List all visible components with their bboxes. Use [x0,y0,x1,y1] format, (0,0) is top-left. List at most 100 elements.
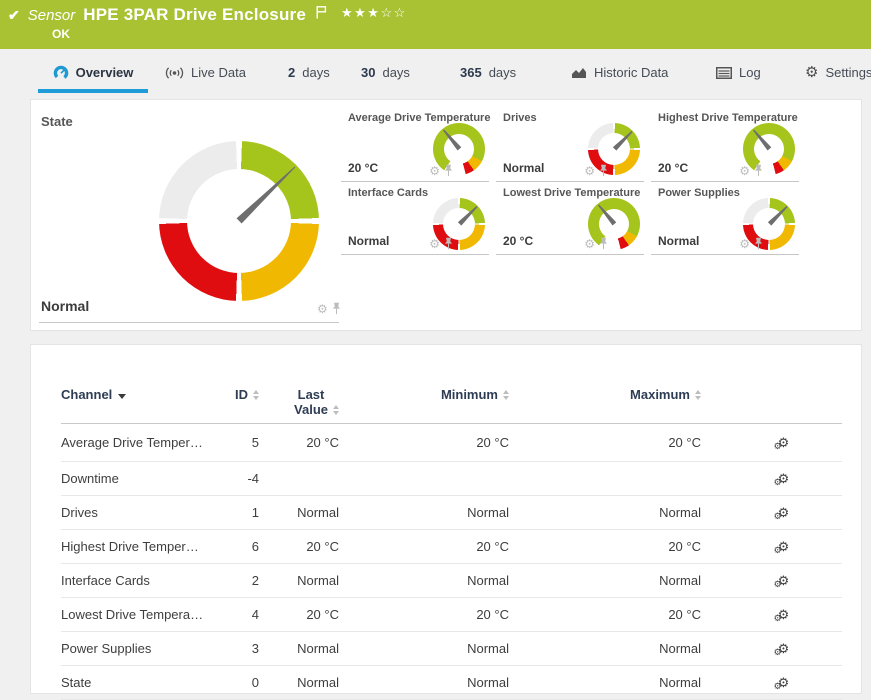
channel-gauge-panel: Drives Normal ⚙ [496,112,644,182]
channel-settings-icon[interactable]: ⚙⚙ [778,436,790,449]
channel-table-row: State 0 Normal Normal Normal ⚙⚙ [61,666,842,700]
gauge-needle [751,128,771,150]
channel-settings-icon[interactable]: ⚙⚙ [778,676,790,689]
cell-id: 1 [211,505,259,520]
column-header-last-value[interactable]: Last Value [259,387,339,417]
tab-log[interactable]: Log [716,49,761,96]
cell-last-value: Normal [259,641,339,656]
column-header-channel[interactable]: Channel [61,387,211,402]
channel-table-row: Power Supplies 3 Normal Normal Normal ⚙⚙ [61,632,842,666]
cell-minimum: Normal [339,675,509,690]
gauge-needle [236,164,298,224]
gauge-settings-gear-icon[interactable]: ⚙ [317,303,328,315]
status-check-icon: ✔ [8,7,20,24]
tab-30-days[interactable]: 30 days [361,49,410,96]
channel-gauge-panel: Power Supplies Normal ⚙ [651,187,799,255]
gauge-needle [612,130,633,151]
gauge-tab-icon [53,65,69,81]
priority-flag-icon[interactable] [316,5,327,19]
column-header-minimum[interactable]: Minimum [339,387,509,402]
cell-minimum: Normal [339,641,509,656]
tab-2-days-unit: days [302,65,329,80]
cell-minimum: Normal [339,573,509,588]
channel-settings-icon[interactable]: ⚙⚙ [778,472,790,485]
channel-gauge-title: Drives [503,112,644,124]
sort-icon [695,390,701,400]
channel-table-row: Interface Cards 2 Normal Normal Normal ⚙… [61,564,842,598]
cell-channel-name: Highest Drive Temper… [61,539,211,554]
sensor-type-label: Sensor [28,7,76,24]
cell-last-value: 20 °C [259,607,339,622]
column-header-maximum[interactable]: Maximum [509,387,701,402]
gauge-settings-gear-icon[interactable]: ⚙ [429,165,440,177]
gauge-pin-icon[interactable] [599,164,608,177]
gauge-settings-gear-icon[interactable]: ⚙ [739,165,750,177]
sensor-tab-bar: Overview Live Data 2 days 30 days 365 da… [0,49,871,96]
cell-id: 6 [211,539,259,554]
channel-gauge-panel: Highest Drive Temperature 20 °C ⚙ [651,112,799,182]
sensor-status-text: OK [52,27,70,41]
gauge-settings-gear-icon[interactable]: ⚙ [584,165,595,177]
channel-gauge-value: Normal [658,234,699,248]
channel-table-row: Downtime -4 ⚙⚙ [61,462,842,496]
tab-overview[interactable]: Overview [38,49,148,96]
cell-channel-name: Lowest Drive Tempera… [61,607,211,622]
cell-maximum: 20 °C [509,435,701,450]
tab-365-days-number: 365 [460,65,482,80]
cell-id: 0 [211,675,259,690]
cell-maximum: Normal [509,505,701,520]
cell-minimum: 20 °C [339,607,509,622]
channel-settings-icon[interactable]: ⚙⚙ [778,540,790,553]
cell-channel-name: Downtime [61,471,211,486]
tab-settings[interactable]: ⚙ Settings [805,49,871,96]
cell-id: -4 [211,471,259,486]
cell-minimum: 20 °C [339,539,509,554]
cell-last-value: 20 °C [259,435,339,450]
cell-channel-name: Power Supplies [61,641,211,656]
channel-gauge-title: Interface Cards [348,187,489,199]
channel-settings-icon[interactable]: ⚙⚙ [778,506,790,519]
panel-divider [39,322,339,323]
channel-settings-icon[interactable]: ⚙⚙ [778,574,790,587]
sensor-title: HPE 3PAR Drive Enclosure [83,5,306,25]
favorite-rating-stars[interactable]: ★★★☆☆ [341,5,407,21]
channels-table-card: Channel ID Last Value Minimum Maximum Av… [30,344,862,694]
tab-live-data[interactable]: Live Data [165,49,246,96]
tab-overview-label: Overview [76,65,134,80]
channels-table-header: Channel ID Last Value Minimum Maximum [61,345,842,424]
tab-365-days[interactable]: 365 days [460,49,516,96]
log-list-icon [716,67,732,79]
cell-id: 2 [211,573,259,588]
overview-gauges-card: State Normal ⚙ Average Drive Temperature… [30,99,862,331]
cell-last-value: Normal [259,675,339,690]
gauge-settings-gear-icon[interactable]: ⚙ [429,238,440,250]
gauge-pin-icon[interactable] [754,164,763,177]
gauge-pin-icon[interactable] [444,237,453,250]
tab-historic-data[interactable]: Historic Data [571,49,668,96]
cell-maximum: 20 °C [509,607,701,622]
channel-gauge-value: 20 °C [503,234,533,248]
sort-desc-icon [118,394,126,399]
channel-gauge-title: Power Supplies [658,187,799,199]
tab-historic-data-label: Historic Data [594,65,668,80]
sensor-header-bar: ✔ Sensor HPE 3PAR Drive Enclosure ★★★☆☆ … [0,0,871,49]
gauge-needle [457,205,478,226]
channel-settings-icon[interactable]: ⚙⚙ [778,642,790,655]
column-header-id[interactable]: ID [211,387,259,402]
channel-table-row: Average Drive Temper… 5 20 °C 20 °C 20 °… [61,424,842,462]
gauge-settings-gear-icon[interactable]: ⚙ [739,238,750,250]
gauge-pin-icon[interactable] [444,164,453,177]
cell-maximum: 20 °C [509,539,701,554]
channel-settings-icon[interactable]: ⚙⚙ [778,608,790,621]
main-gauge-value: Normal [41,298,89,314]
cell-minimum: 20 °C [339,435,509,450]
tab-2-days[interactable]: 2 days [288,49,330,96]
gear-icon: ⚙ [805,65,818,80]
gauge-settings-gear-icon[interactable]: ⚙ [584,238,595,250]
gauge-pin-icon[interactable] [599,237,608,250]
gauge-pin-icon[interactable] [332,302,341,315]
gauge-pin-icon[interactable] [754,237,763,250]
cell-channel-name: Drives [61,505,211,520]
tab-log-label: Log [739,65,761,80]
channel-gauge-value: Normal [348,234,389,248]
